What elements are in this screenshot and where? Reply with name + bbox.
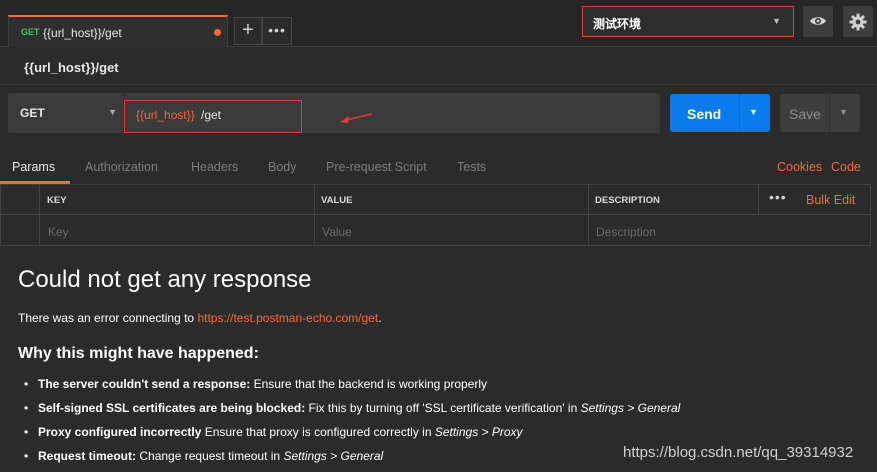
why-heading: Why this might have happened: [18, 345, 259, 362]
bullet-icon: • [24, 377, 29, 391]
settings-section-ref: General [340, 449, 384, 463]
error-url-link[interactable]: https://test.postman-echo.com/get [197, 311, 378, 325]
url-input[interactable]: {{url_host}} /get [124, 100, 302, 133]
tab-method-label: GET [21, 27, 40, 37]
chevron-down-icon: ▼ [108, 107, 117, 117]
tab-headers[interactable]: Headers [191, 160, 238, 174]
bullet-icon: • [24, 401, 29, 415]
column-divider [314, 185, 315, 245]
settings-ref: Settings [434, 425, 479, 439]
request-tab[interactable]: GET {{url_host}}/get [8, 15, 228, 47]
description-input[interactable]: Description [596, 225, 656, 239]
params-table: KEY VALUE DESCRIPTION ••• Bulk Edit Key … [0, 184, 871, 246]
tab-body[interactable]: Body [268, 160, 297, 174]
column-header-key: KEY [47, 195, 67, 206]
column-divider [588, 185, 589, 245]
response-error-title: Could not get any response [18, 266, 312, 293]
column-divider [758, 185, 759, 215]
reason-title: Proxy configured incorrectly [38, 425, 202, 439]
unsaved-dot-icon [214, 29, 221, 36]
path-separator: > [478, 425, 492, 439]
settings-section-ref: Proxy [491, 425, 523, 439]
method-label: GET [20, 106, 45, 120]
environment-selected-label: 测试环境 [593, 17, 642, 31]
save-button[interactable]: Save ▼ [780, 94, 860, 132]
reason-title: Self-signed SSL certificates are being b… [38, 401, 306, 415]
watermark: https://blog.csdn.net/qq_39314932 [623, 444, 854, 461]
tab-more-button[interactable]: ••• [262, 17, 292, 45]
chevron-down-icon[interactable]: ▼ [749, 107, 758, 117]
method-select[interactable]: GET ▼ [8, 93, 124, 133]
cookies-link[interactable]: Cookies [777, 160, 822, 174]
message-prefix: There was an error connecting to [18, 311, 198, 325]
request-subtabs: Params Authorization Headers Body Pre-re… [0, 150, 877, 184]
path-separator: > [623, 401, 638, 415]
table-row: Key Value Description [1, 216, 870, 246]
tab-pre-request-script[interactable]: Pre-request Script [326, 160, 427, 174]
message-suffix: . [378, 311, 382, 325]
settings-ref: Settings [580, 401, 624, 415]
url-variable: {{url_host}} [136, 108, 195, 122]
reason-title: Request timeout: [38, 449, 137, 463]
list-item: • Proxy configured incorrectly Ensure tha… [24, 425, 523, 439]
send-button[interactable]: Send ▼ [670, 94, 770, 132]
gear-icon [849, 13, 867, 31]
more-options-button[interactable]: ••• [769, 189, 787, 205]
divider [0, 84, 877, 85]
tab-bar: GET {{url_host}}/get + ••• 测试环境 ▼ [0, 0, 877, 47]
tab-title: {{url_host}}/get [43, 26, 122, 40]
list-item: • The server couldn't send a response: En… [24, 377, 487, 391]
path-separator: > [326, 449, 341, 463]
column-divider [39, 185, 40, 245]
reason-text: Fix this by turning off 'SSL certificate… [305, 401, 581, 415]
list-item: • Self-signed SSL certificates are being … [24, 401, 680, 415]
reason-text: Ensure that proxy is configured correctl… [201, 425, 435, 439]
settings-section-ref: General [637, 401, 681, 415]
new-tab-button[interactable]: + [234, 17, 262, 45]
bulk-edit-link[interactable]: Bulk Edit [806, 193, 855, 207]
divider [829, 94, 830, 132]
settings-ref: Settings [283, 449, 327, 463]
url-bar: GET ▼ [8, 93, 660, 133]
chevron-down-icon: ▼ [772, 16, 781, 26]
value-input[interactable]: Value [322, 225, 352, 239]
response-error-message: There was an error connecting to https:/… [18, 311, 382, 325]
bullet-icon: • [24, 449, 29, 463]
key-input[interactable]: Key [48, 225, 69, 239]
tab-params[interactable]: Params [12, 160, 55, 174]
column-header-description: DESCRIPTION [595, 195, 660, 206]
send-label: Send [687, 106, 722, 122]
table-header-row: KEY VALUE DESCRIPTION ••• Bulk Edit [1, 185, 870, 215]
bullet-icon: • [24, 425, 29, 439]
eye-icon [810, 17, 826, 25]
request-name[interactable]: {{url_host}}/get [24, 60, 119, 75]
annotation-arrow-icon [340, 113, 373, 123]
url-path: /get [201, 108, 222, 122]
code-link[interactable]: Code [831, 160, 861, 174]
column-header-value: VALUE [321, 195, 353, 206]
reason-text: Change request timeout in [136, 449, 284, 463]
reason-title: The server couldn't send a response: [38, 377, 251, 391]
settings-button[interactable] [843, 6, 873, 37]
tab-authorization[interactable]: Authorization [85, 160, 158, 174]
list-item: • Request timeout: Change request timeout… [24, 449, 383, 463]
environment-quick-look-button[interactable] [803, 6, 833, 37]
save-label: Save [789, 106, 821, 122]
divider [739, 94, 740, 132]
reason-text: Ensure that the backend is working prope… [250, 377, 488, 391]
chevron-down-icon[interactable]: ▼ [839, 107, 848, 117]
environment-select[interactable]: 测试环境 ▼ [582, 6, 794, 37]
tab-tests[interactable]: Tests [457, 160, 486, 174]
